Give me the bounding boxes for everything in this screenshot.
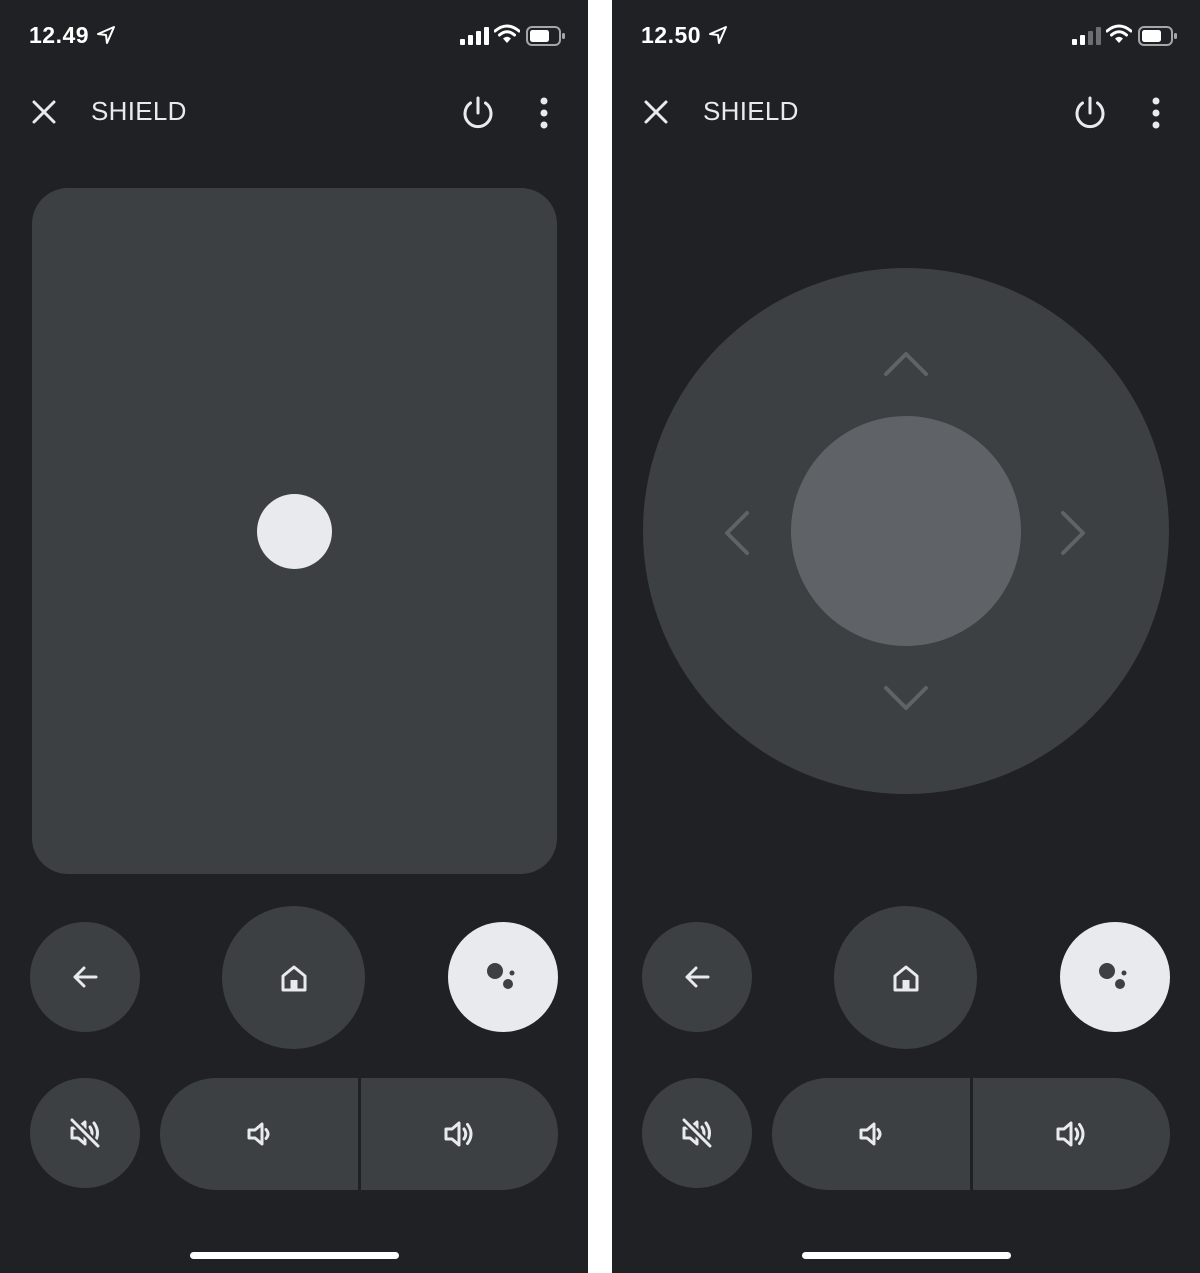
location-arrow-icon: [97, 26, 115, 44]
google-assistant-icon: [487, 963, 515, 989]
touchpad-area[interactable]: [32, 188, 557, 874]
battery-icon: [526, 26, 565, 46]
volume-off-icon: [681, 1117, 713, 1149]
status-time: 12.50: [641, 22, 702, 48]
volume-down-button[interactable]: [772, 1078, 970, 1190]
phone-screen-dpad: 12.50 SHIELD: [612, 0, 1200, 1273]
close-icon[interactable]: [636, 92, 676, 132]
volume-up-icon: [444, 1121, 473, 1147]
volume-up-button[interactable]: [361, 1078, 559, 1190]
power-icon[interactable]: [1068, 92, 1112, 136]
device-title: SHIELD: [91, 96, 187, 126]
wifi-icon: [494, 24, 520, 43]
status-bar: 12.49: [0, 0, 588, 72]
google-assistant-button[interactable]: [1060, 922, 1170, 1032]
dpad-left-chevron-icon[interactable]: [717, 508, 757, 558]
status-bar: 12.50: [612, 0, 1200, 72]
volume-down-icon: [859, 1122, 882, 1146]
phone-screen-touchpad: 12.49 SHIELD: [0, 0, 588, 1273]
google-assistant-icon: [1099, 963, 1127, 989]
device-title: SHIELD: [703, 96, 799, 126]
status-time: 12.49: [29, 22, 90, 48]
volume-up-button[interactable]: [973, 1078, 1171, 1190]
mute-button[interactable]: [30, 1078, 140, 1188]
more-vert-icon[interactable]: [1140, 92, 1172, 136]
app-bar: SHIELD: [0, 80, 588, 144]
back-button[interactable]: [30, 922, 140, 1032]
volume-control: [160, 1078, 558, 1190]
home-indicator[interactable]: [802, 1252, 1011, 1259]
dpad: [643, 268, 1169, 794]
arrow-back-icon: [73, 966, 98, 988]
home-indicator[interactable]: [190, 1252, 399, 1259]
dpad-down-chevron-icon[interactable]: [881, 678, 931, 718]
dpad-up-chevron-icon[interactable]: [881, 344, 931, 384]
battery-icon: [1138, 26, 1177, 46]
cellular-signal-icon: [460, 27, 489, 45]
location-arrow-icon: [709, 26, 727, 44]
back-button[interactable]: [642, 922, 752, 1032]
home-icon: [281, 965, 306, 991]
app-bar: SHIELD: [612, 80, 1200, 144]
mute-button[interactable]: [642, 1078, 752, 1188]
volume-down-button[interactable]: [160, 1078, 358, 1190]
dpad-right-chevron-icon[interactable]: [1053, 508, 1093, 558]
home-button[interactable]: [834, 906, 977, 1049]
cellular-signal-icon: [1072, 27, 1101, 45]
volume-off-icon: [69, 1117, 101, 1149]
home-button[interactable]: [222, 906, 365, 1049]
google-assistant-button[interactable]: [448, 922, 558, 1032]
dpad-select-button[interactable]: [791, 416, 1021, 646]
volume-control: [772, 1078, 1170, 1190]
home-icon: [893, 965, 918, 991]
more-vert-icon[interactable]: [528, 92, 560, 136]
power-icon[interactable]: [456, 92, 500, 136]
close-icon[interactable]: [24, 92, 64, 132]
touch-indicator-dot: [257, 494, 332, 569]
wifi-icon: [1106, 24, 1132, 43]
volume-down-icon: [247, 1122, 270, 1146]
volume-up-icon: [1056, 1121, 1085, 1147]
arrow-back-icon: [685, 966, 710, 988]
